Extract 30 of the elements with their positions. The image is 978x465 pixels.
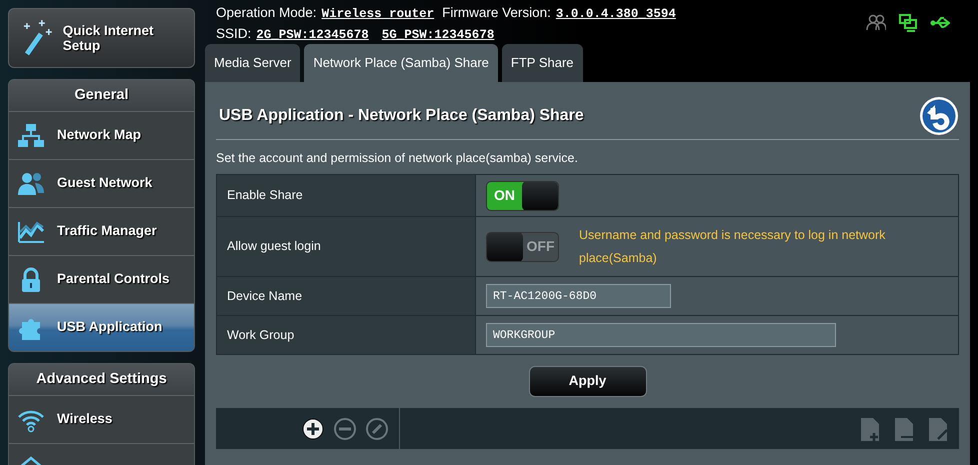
setting-label: Allow guest login bbox=[217, 217, 476, 276]
panel-title: USB Application - Network Place (Samba) Share bbox=[219, 106, 584, 126]
setting-label: Device Name bbox=[217, 277, 476, 315]
add-icon[interactable] bbox=[301, 416, 325, 440]
monitor-icon[interactable] bbox=[898, 13, 918, 33]
hint-text: Username and password is necessary to log in network place(Samba) bbox=[579, 226, 886, 267]
setting-label: Enable Share bbox=[217, 175, 476, 216]
tab[interactable]: Network Place (Samba) Share bbox=[304, 44, 498, 82]
firmware-label: Firmware Version: bbox=[442, 5, 551, 20]
description: Set the account and permission of network place(samba) service. bbox=[216, 150, 579, 167]
file-edit-icon[interactable] bbox=[927, 416, 949, 440]
setting-label: Work Group bbox=[217, 316, 476, 354]
tab[interactable]: Media Server bbox=[205, 44, 300, 82]
sidebar-item[interactable]: USB Application bbox=[9, 303, 194, 351]
apply-button[interactable]: Apply bbox=[528, 366, 646, 397]
ssid-link[interactable]: 2G_PSW:12345678 bbox=[256, 28, 369, 42]
back-icon[interactable] bbox=[919, 96, 959, 136]
clients-icon[interactable] bbox=[866, 13, 886, 33]
firmware-link[interactable]: 3.0.0.4.380_3594 bbox=[556, 7, 676, 21]
quick-setup-button[interactable]: Quick Internet Setup bbox=[8, 8, 195, 68]
tab[interactable]: FTP Share bbox=[502, 44, 583, 82]
network-map-icon bbox=[17, 122, 45, 150]
file-add-icon[interactable] bbox=[859, 416, 881, 440]
mode-link[interactable]: Wireless router bbox=[322, 7, 434, 21]
mode-label: Operation Mode: bbox=[216, 5, 317, 20]
ssid-label: SSID: bbox=[216, 26, 252, 41]
input-field[interactable]: WORKGROUP bbox=[486, 323, 836, 347]
ssid-link[interactable]: 5G_PSW:12345678 bbox=[382, 28, 494, 42]
input-field[interactable]: RT-AC1200G-68D0 bbox=[486, 284, 671, 308]
file-icon[interactable] bbox=[893, 416, 915, 440]
